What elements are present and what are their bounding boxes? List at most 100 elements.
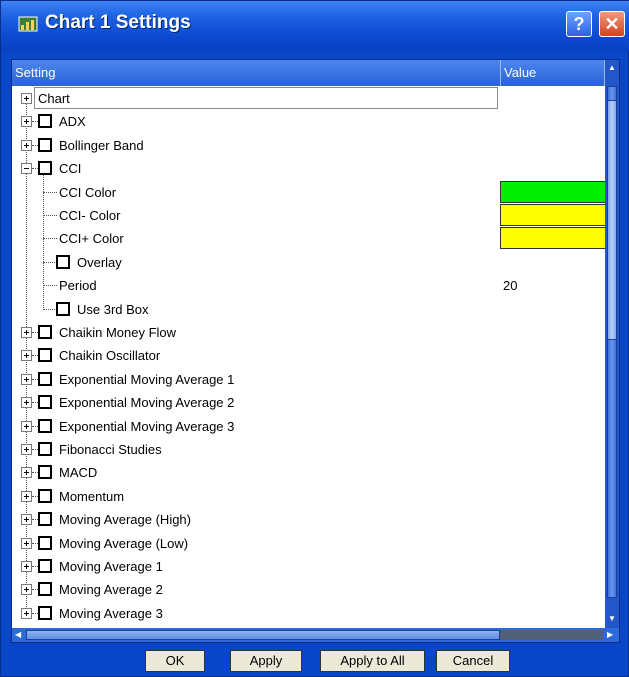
color-swatch[interactable] bbox=[500, 204, 605, 226]
checkbox[interactable] bbox=[38, 559, 52, 573]
checkbox[interactable] bbox=[56, 255, 70, 269]
tree-row[interactable]: Overlay bbox=[12, 251, 605, 274]
checkbox[interactable] bbox=[38, 395, 52, 409]
tree-row-label: MACD bbox=[59, 465, 98, 480]
scroll-right-icon[interactable]: ▶ bbox=[607, 630, 613, 640]
selected-row-outline bbox=[34, 87, 498, 109]
checkbox[interactable] bbox=[38, 582, 52, 596]
tree-row[interactable]: Bollinger Band bbox=[12, 134, 605, 157]
expand-icon[interactable] bbox=[21, 538, 32, 549]
tree-row[interactable]: Moving Average (High) bbox=[12, 508, 605, 531]
checkbox[interactable] bbox=[38, 512, 52, 526]
tree-connector bbox=[43, 192, 57, 193]
tree-row-label: Chaikin Money Flow bbox=[59, 325, 177, 340]
tree-row[interactable]: Moving Average 3 bbox=[12, 602, 605, 625]
ok-button[interactable]: OK bbox=[145, 650, 205, 672]
column-header-value[interactable]: Value bbox=[501, 60, 605, 86]
expand-icon[interactable] bbox=[21, 561, 32, 572]
tree-row[interactable]: MACD bbox=[12, 461, 605, 484]
tree-row[interactable]: CCI+ Color bbox=[12, 227, 605, 250]
apply-button[interactable]: Apply bbox=[230, 650, 302, 672]
tree-row[interactable]: Fibonacci Studies bbox=[12, 438, 605, 461]
checkbox[interactable] bbox=[38, 114, 52, 128]
color-swatch[interactable] bbox=[500, 181, 605, 203]
tree-row-label: ADX bbox=[59, 114, 86, 129]
tree-row[interactable]: Exponential Moving Average 1 bbox=[12, 368, 605, 391]
tree-connector bbox=[43, 215, 57, 216]
expand-icon[interactable] bbox=[21, 350, 32, 361]
expand-icon[interactable] bbox=[21, 444, 32, 455]
help-icon: ? bbox=[573, 14, 585, 34]
expand-icon[interactable] bbox=[21, 116, 32, 127]
tree-row-label: CCI+ Color bbox=[59, 231, 124, 246]
collapse-icon[interactable] bbox=[21, 163, 32, 174]
checkbox[interactable] bbox=[38, 465, 52, 479]
apply-to-all-button[interactable]: Apply to All bbox=[320, 650, 425, 672]
tree-row-label: Overlay bbox=[77, 255, 122, 270]
column-header-setting[interactable]: Setting bbox=[12, 60, 501, 86]
tree-row-label: Bollinger Band bbox=[59, 138, 144, 153]
scroll-thumb[interactable] bbox=[607, 100, 617, 340]
checkbox[interactable] bbox=[38, 489, 52, 503]
checkbox[interactable] bbox=[56, 302, 70, 316]
checkbox[interactable] bbox=[38, 161, 52, 175]
expand-icon[interactable] bbox=[21, 608, 32, 619]
tree-connector bbox=[43, 238, 57, 239]
checkbox[interactable] bbox=[38, 536, 52, 550]
expand-icon[interactable] bbox=[21, 421, 32, 432]
expand-icon[interactable] bbox=[21, 584, 32, 595]
checkbox[interactable] bbox=[38, 138, 52, 152]
close-button[interactable]: ✕ bbox=[599, 11, 625, 37]
tree-row-label: Exponential Moving Average 3 bbox=[59, 419, 235, 434]
horizontal-scrollbar[interactable]: ◀ ▶ bbox=[12, 628, 619, 642]
expand-icon[interactable] bbox=[21, 467, 32, 478]
checkbox[interactable] bbox=[38, 442, 52, 456]
tree-row[interactable]: CCI Color bbox=[12, 181, 605, 204]
cancel-button[interactable]: Cancel bbox=[436, 650, 510, 672]
scroll-up-icon[interactable]: ▲ bbox=[608, 63, 616, 73]
tree-connector bbox=[43, 262, 55, 263]
checkbox[interactable] bbox=[38, 606, 52, 620]
expand-icon[interactable] bbox=[21, 397, 32, 408]
help-button[interactable]: ? bbox=[566, 11, 592, 37]
tree-row[interactable]: Period 20 bbox=[12, 274, 605, 297]
checkbox[interactable] bbox=[38, 419, 52, 433]
tree-row[interactable]: Chaikin Money Flow bbox=[12, 321, 605, 344]
tree-row[interactable]: CCI- Color bbox=[12, 204, 605, 227]
expand-icon[interactable] bbox=[21, 491, 32, 502]
expand-icon[interactable] bbox=[21, 93, 32, 104]
checkbox[interactable] bbox=[38, 372, 52, 386]
vertical-scrollbar[interactable]: ▲ ▼ bbox=[605, 60, 619, 628]
checkbox[interactable] bbox=[38, 325, 52, 339]
expand-icon[interactable] bbox=[21, 327, 32, 338]
color-swatch[interactable] bbox=[500, 227, 605, 249]
tree-row[interactable]: Chart bbox=[12, 87, 605, 110]
horizontal-scroll-track[interactable] bbox=[500, 630, 604, 640]
tree-row[interactable]: CCI bbox=[12, 157, 605, 180]
tree-row[interactable]: Exponential Moving Average 3 bbox=[12, 415, 605, 438]
expand-icon[interactable] bbox=[21, 140, 32, 151]
expand-icon[interactable] bbox=[21, 374, 32, 385]
tree-row[interactable]: ADX bbox=[12, 110, 605, 133]
tree-row[interactable]: Momentum bbox=[12, 485, 605, 508]
tree-row-label: Moving Average 3 bbox=[59, 606, 163, 621]
scroll-left-icon[interactable]: ◀ bbox=[15, 630, 21, 640]
tree-row-label: Exponential Moving Average 2 bbox=[59, 395, 235, 410]
tree-row[interactable]: Exponential Moving Average 2 bbox=[12, 391, 605, 414]
tree-row[interactable]: Use 3rd Box bbox=[12, 298, 605, 321]
tree-row[interactable]: Moving Average 1 bbox=[12, 555, 605, 578]
tree-row-label: CCI Color bbox=[59, 185, 117, 200]
horizontal-scroll-thumb[interactable] bbox=[26, 630, 500, 640]
tree-row-label: Moving Average 2 bbox=[59, 582, 163, 597]
setting-value[interactable]: 20 bbox=[503, 278, 517, 293]
tree-row-label: Moving Average 1 bbox=[59, 559, 163, 574]
tree-connector bbox=[43, 309, 55, 310]
checkbox[interactable] bbox=[38, 348, 52, 362]
expand-icon[interactable] bbox=[21, 514, 32, 525]
scroll-down-icon[interactable]: ▼ bbox=[608, 614, 616, 624]
title-bar[interactable]: Chart 1 Settings ? ✕ bbox=[1, 1, 629, 51]
tree-row[interactable]: Moving Average (Low) bbox=[12, 532, 605, 555]
tree-row[interactable]: Moving Average 2 bbox=[12, 578, 605, 601]
tree-row[interactable]: Chaikin Oscillator bbox=[12, 344, 605, 367]
window-title: Chart 1 Settings bbox=[45, 12, 191, 33]
